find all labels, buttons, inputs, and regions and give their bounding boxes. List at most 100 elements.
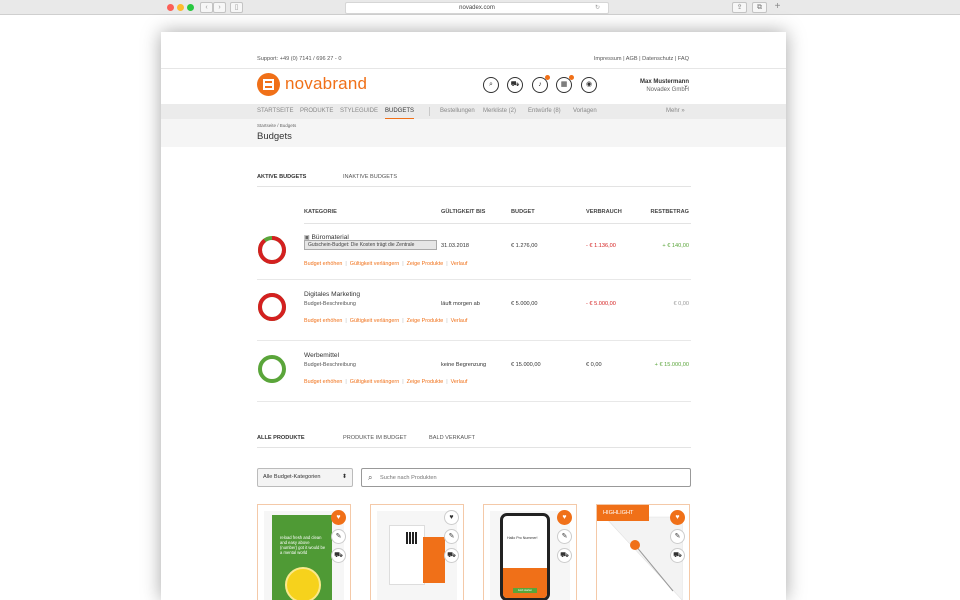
phone-graphic: Hallo Pro Nummer! Jetzt starten: [500, 513, 550, 600]
nav-item-styleguide[interactable]: STYLEGUIDE: [340, 108, 378, 114]
increase-budget-link[interactable]: Budget erhöhen: [304, 261, 342, 267]
calendar-glyph: ▦: [560, 81, 568, 88]
increase-budget-link[interactable]: Budget erhöhen: [304, 379, 342, 385]
nav-more-link[interactable]: Mehr »: [666, 108, 685, 114]
search-icon: ⌕: [368, 473, 373, 482]
edit-icon[interactable]: ✎: [444, 529, 459, 544]
rest-value: + € 140,00: [662, 243, 689, 249]
search-icon[interactable]: ⌕: [483, 77, 499, 93]
browser-forward-button[interactable]: ›: [213, 2, 226, 13]
nav-item-bestellungen[interactable]: Bestellungen: [440, 108, 475, 114]
browser-titlebar: ‹ › ▯ novadex.com ↻ ⇪ ⧉ +: [0, 0, 960, 15]
tab-soon-sold[interactable]: BALD VERKAUFT: [429, 435, 475, 441]
user-menu[interactable]: Max Mustermann Novadex GmbH: [640, 78, 689, 94]
calendar-icon[interactable]: ▦: [556, 75, 574, 93]
extend-validity-link[interactable]: Gültigkeit verlängern: [350, 261, 399, 267]
product-search: ⌕: [361, 468, 691, 487]
column-header-budget: BUDGET: [511, 209, 535, 215]
product-card[interactable]: HIGHLIGHT ♥ ✎ ⛟: [596, 504, 690, 600]
cart-icon[interactable]: ⛟: [507, 77, 523, 93]
page-header: Startseite / Budgets Budgets: [161, 119, 786, 147]
tab-products-in-budget[interactable]: PRODUKTE IM BUDGET: [343, 435, 407, 441]
usage-value: - € 5.000,00: [586, 301, 616, 307]
search-input[interactable]: [380, 472, 680, 483]
column-header-kategorie: KATEGORIE: [304, 209, 337, 215]
highlight-badge: HIGHLIGHT: [597, 505, 649, 521]
extend-validity-link[interactable]: Gültigkeit verlängern: [350, 379, 399, 385]
row-actions: Budget erhöhen | Gültigkeit verlängern | Zei…: [304, 379, 468, 385]
product-card[interactable]: Hallo Pro Nummer! Jetzt starten ♥ ✎ ⛟: [483, 504, 577, 600]
nav-item-vorlagen[interactable]: Vorlagen: [573, 108, 597, 114]
column-header-verbrauch: VERBRAUCH: [586, 209, 622, 215]
nav-item-produkte[interactable]: PRODUKTE: [300, 108, 333, 114]
cart-icon[interactable]: ⛟: [557, 548, 572, 563]
window-minimize-button[interactable]: [177, 4, 184, 11]
nav-item-budgets[interactable]: BUDGETS: [385, 108, 415, 119]
nav-divider: [429, 107, 430, 116]
nav-item-startseite[interactable]: STARTSEITE: [257, 108, 293, 114]
reload-icon[interactable]: ↻: [595, 3, 600, 13]
product-card[interactable]: ♥ ✎ ⛟: [370, 504, 464, 600]
share-button[interactable]: ⇪: [732, 2, 747, 13]
budget-category-select[interactable]: Alle Budget-Kategorien ⬍: [257, 468, 353, 487]
tab-inactive-budgets[interactable]: INAKTIVE BUDGETS: [343, 174, 397, 180]
budget-usage-ring: [258, 293, 286, 321]
calendar-badge: [569, 75, 574, 80]
support-phone: Support: +49 (0) 7141 / 696 27 - 0: [257, 56, 342, 62]
extend-validity-link[interactable]: Gültigkeit verlängern: [350, 318, 399, 324]
nav-item-merkliste[interactable]: Merkliste (2): [483, 108, 516, 114]
category-name: Digitales Marketing: [304, 291, 361, 298]
tab-all-products[interactable]: ALLE PRODUKTE: [257, 435, 305, 441]
notification-badge: [545, 75, 550, 80]
usage-value: € 0,00: [586, 362, 602, 368]
qr-code-graphic: [406, 532, 418, 544]
poster-graphic: reload fresh and clean and easy above (n…: [272, 515, 332, 600]
address-bar[interactable]: novadex.com ↻: [345, 2, 609, 14]
lemon-graphic: [285, 567, 321, 600]
new-tab-button[interactable]: +: [772, 2, 783, 13]
show-products-link[interactable]: Zeige Produkte: [407, 379, 444, 385]
history-link[interactable]: Verlauf: [451, 318, 468, 324]
show-products-link[interactable]: Zeige Produkte: [407, 261, 444, 267]
flyer-back-graphic: [423, 537, 445, 583]
breadcrumb[interactable]: Startseite / Budgets: [257, 123, 296, 128]
budget-tabs: AKTIVE BUDGETS INAKTIVE BUDGETS: [257, 170, 691, 187]
account-icon[interactable]: ◉: [581, 77, 597, 93]
heart-icon[interactable]: ♥: [444, 510, 459, 525]
tab-active-budgets[interactable]: AKTIVE BUDGETS: [257, 174, 306, 180]
heart-icon[interactable]: ♥: [557, 510, 572, 525]
browser-back-button[interactable]: ‹: [200, 2, 213, 13]
cart-icon[interactable]: ⛟: [444, 548, 459, 563]
window-zoom-button[interactable]: [187, 4, 194, 11]
cart-icon[interactable]: ⛟: [670, 548, 685, 563]
history-link[interactable]: Verlauf: [451, 379, 468, 385]
edit-icon[interactable]: ✎: [557, 529, 572, 544]
phone-screen-text: Hallo Pro Nummer!: [507, 536, 538, 540]
budget-table-header: KATEGORIE GÜLTIGKEIT BIS BUDGET VERBRAUC…: [304, 209, 691, 224]
category-name: Werbemittel: [304, 352, 340, 359]
validity: läuft morgen ab: [441, 301, 480, 307]
usage-value: - € 1.136,00: [586, 243, 616, 249]
heart-icon[interactable]: ♥: [670, 510, 685, 525]
sidebar-toggle-button[interactable]: ▯: [230, 2, 243, 13]
window-close-button[interactable]: [167, 4, 174, 11]
footer-links[interactable]: Impressum | AGB | Datenschutz | FAQ: [594, 56, 689, 62]
chevron-down-icon[interactable]: ⌄: [683, 81, 689, 89]
edit-icon[interactable]: ✎: [331, 529, 346, 544]
category-description: Budget-Beschreibung: [304, 301, 356, 307]
nav-item-entwuerfe[interactable]: Entwürfe (8): [528, 108, 561, 114]
user-name: Max Mustermann: [639, 79, 689, 85]
cart-icon[interactable]: ⛟: [331, 548, 346, 563]
top-bar: Support: +49 (0) 7141 / 696 27 - 0 Impre…: [257, 54, 689, 64]
select-value: Alle Budget-Kategorien: [263, 474, 321, 480]
history-link[interactable]: Verlauf: [451, 261, 468, 267]
rest-value: + € 15.000,00: [654, 362, 689, 368]
edit-icon[interactable]: ✎: [670, 529, 685, 544]
ring-used: [258, 236, 286, 264]
heart-icon[interactable]: ♥: [331, 510, 346, 525]
show-products-link[interactable]: Zeige Produkte: [407, 318, 444, 324]
product-card[interactable]: reload fresh and clean and easy above (n…: [257, 504, 351, 600]
increase-budget-link[interactable]: Budget erhöhen: [304, 318, 342, 324]
notification-icon[interactable]: ♪: [532, 75, 550, 93]
tabs-overview-button[interactable]: ⧉: [752, 2, 767, 13]
